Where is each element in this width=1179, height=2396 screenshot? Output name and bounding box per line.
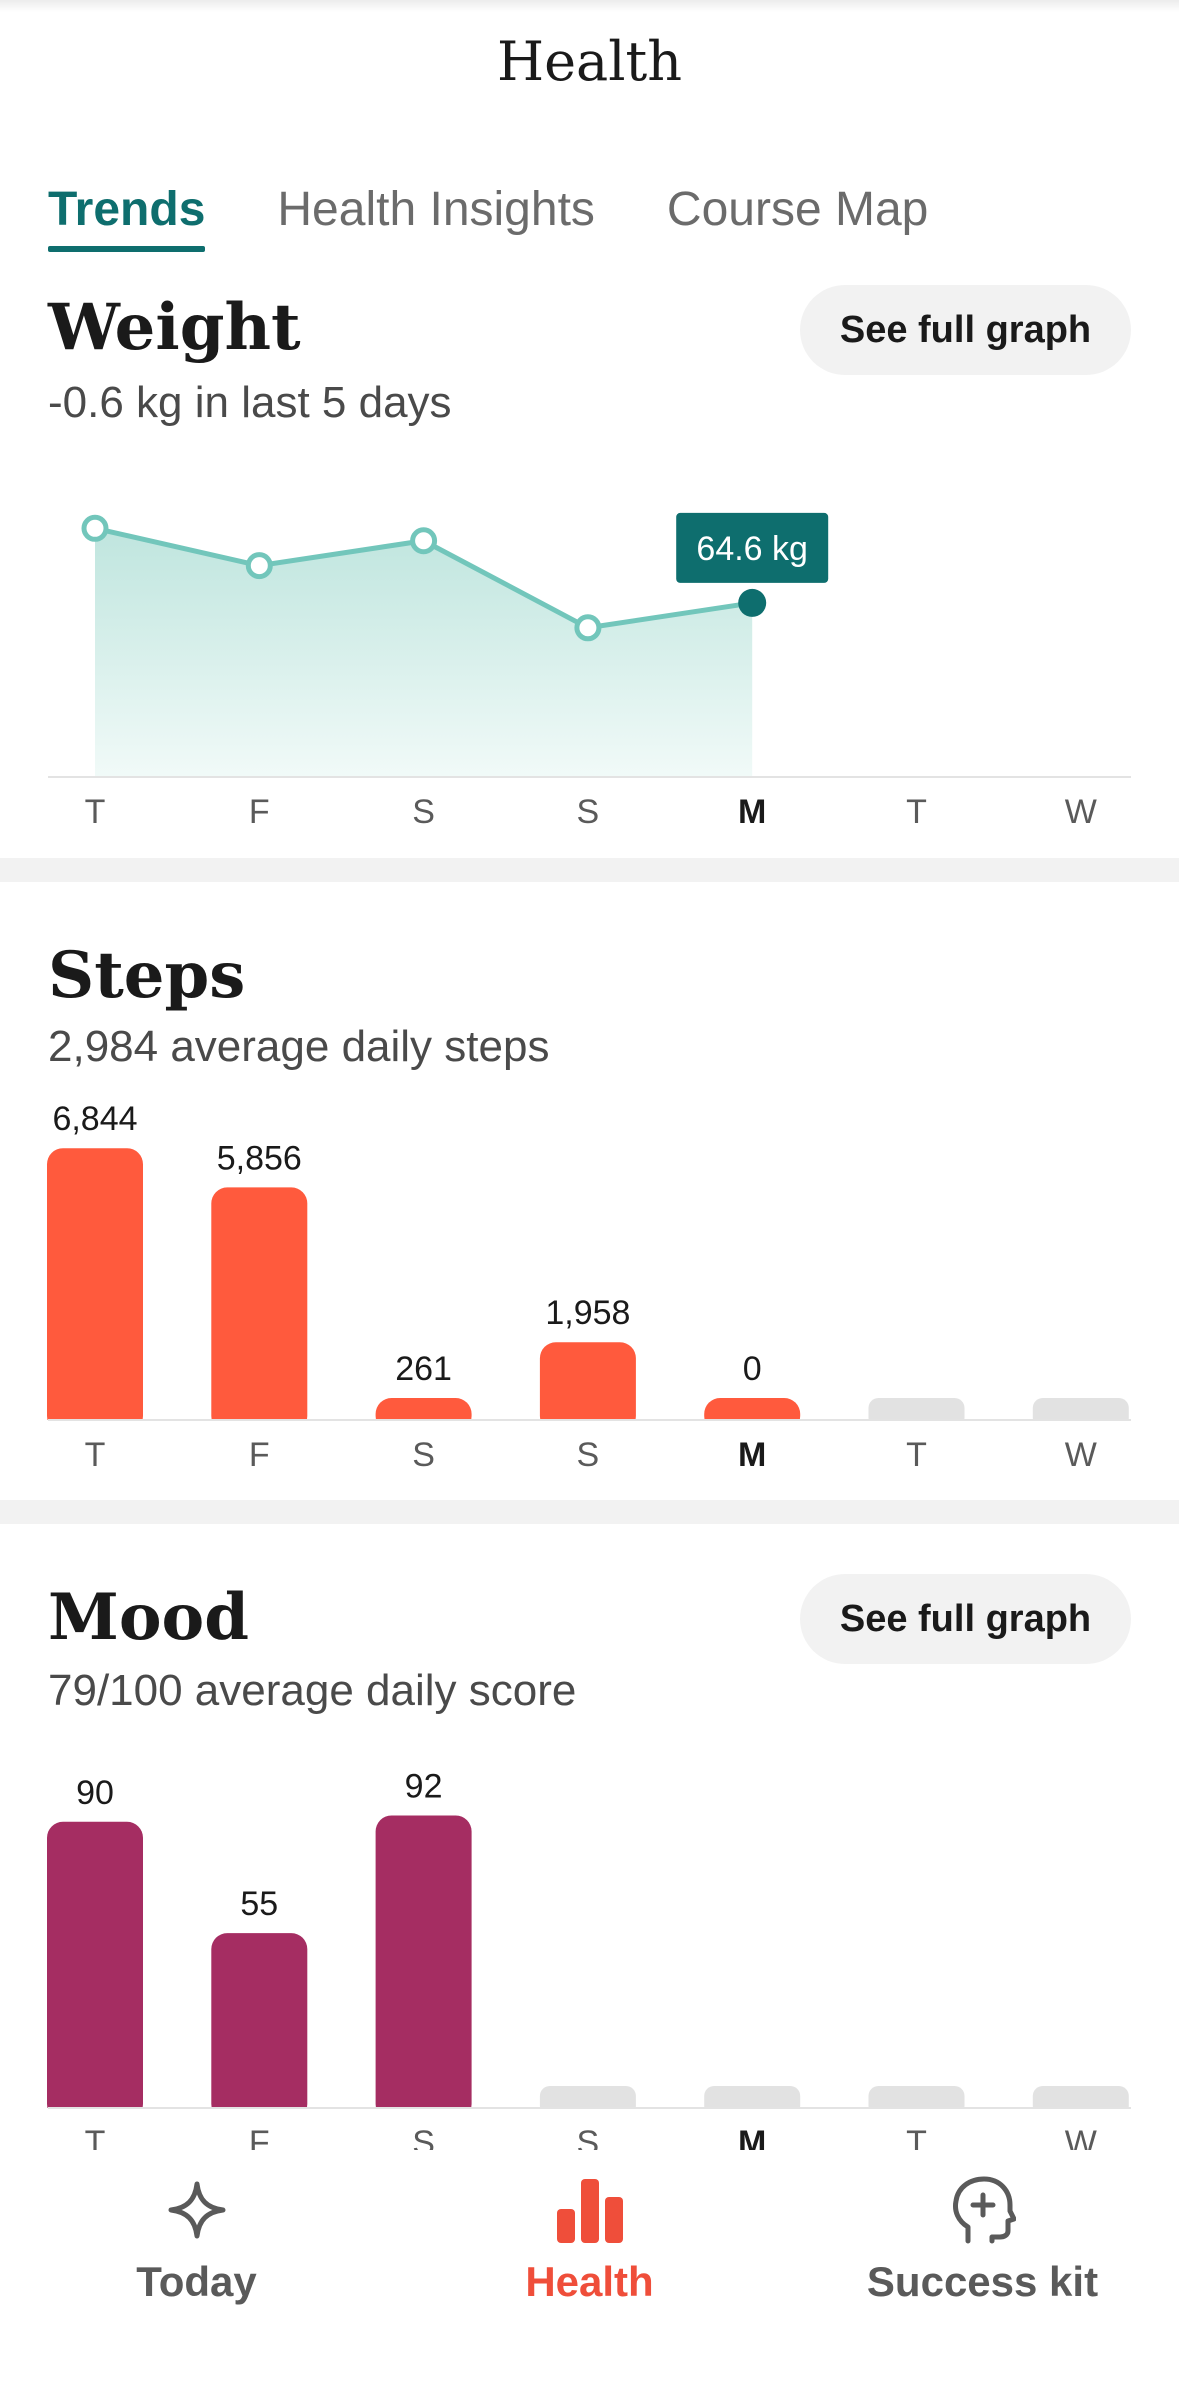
steps-x-tick-label: S — [412, 1436, 435, 1474]
nav-success-kit[interactable]: Success kit — [786, 2170, 1179, 2306]
weight-point[interactable] — [81, 514, 109, 542]
mood-bar — [47, 1821, 143, 2120]
steps-x-tick-label: W — [1065, 1436, 1097, 1474]
steps-data-label: 0 — [743, 1350, 762, 1388]
steps-x-tick-label: S — [577, 1436, 600, 1474]
weight-x-tick-label: T — [85, 793, 106, 831]
tab-health-insights[interactable]: Health Insights — [277, 182, 595, 252]
mood-bar — [375, 1815, 472, 2120]
steps-chart: 6,844 5,856 261 1,958 0 T F S S M T W — [0, 1102, 1179, 1474]
mood-section: Mood 79/100 average daily score See full… — [0, 1524, 1179, 2162]
tab-bar: Trends Health Insights Course Map — [48, 182, 928, 252]
status-bar — [0, 0, 1179, 12]
weight-tooltip-label: 64.6 kg — [696, 530, 808, 568]
mood-data-label: 55 — [240, 1885, 278, 1923]
steps-title: Steps — [48, 938, 246, 1013]
steps-bar — [47, 1148, 143, 1432]
steps-data-label: 1,958 — [545, 1294, 630, 1332]
nav-today-label: Today — [136, 2258, 257, 2305]
steps-x-tick-label: T — [85, 1436, 106, 1474]
steps-x-tick-label: F — [249, 1436, 270, 1474]
steps-subtitle: 2,984 average daily steps — [48, 1022, 550, 1071]
head-plus-icon — [786, 2170, 1179, 2250]
steps-data-label: 6,844 — [52, 1102, 137, 1138]
mood-title: Mood — [48, 1580, 249, 1655]
weight-chart: 64.6 kg T F S S M T W — [48, 512, 1131, 831]
weight-see-full-graph-button[interactable]: See full graph — [800, 285, 1131, 375]
mood-data-label: 90 — [76, 1774, 114, 1812]
nav-health-label: Health — [525, 2258, 654, 2305]
steps-baseline-mask — [0, 1420, 1179, 1432]
section-divider — [0, 1500, 1179, 1524]
page-title: Health — [497, 30, 682, 93]
weight-point[interactable] — [574, 614, 602, 642]
steps-bar — [211, 1187, 308, 1432]
bar-chart-icon — [393, 2170, 786, 2250]
weight-section: Weight -0.6 kg in last 5 days See full g… — [0, 260, 1179, 860]
mood-subtitle: 79/100 average daily score — [48, 1666, 577, 1715]
weight-x-tick-label: M — [738, 793, 766, 831]
mood-bar — [211, 1933, 308, 2120]
mood-baseline-mask — [0, 2108, 1179, 2120]
sparkle-icon — [0, 2170, 393, 2250]
nav-health[interactable]: Health — [393, 2170, 786, 2306]
steps-data-label: 5,856 — [217, 1139, 302, 1177]
steps-bar — [539, 1342, 636, 1432]
nav-success-kit-label: Success kit — [866, 2258, 1099, 2305]
weight-point[interactable] — [410, 527, 438, 555]
mood-chart: 905592T F S S M T W — [0, 1767, 1179, 2162]
weight-point[interactable] — [245, 552, 273, 580]
tab-trends[interactable]: Trends — [48, 182, 206, 252]
steps-section: Steps 2,984 average daily steps 6,844 5,8… — [0, 882, 1179, 1502]
bottom-nav: Today Health Success kit — [0, 2150, 1179, 2396]
weight-subtitle: -0.6 kg in last 5 days — [48, 378, 452, 427]
weight-x-tick-label: S — [577, 793, 600, 831]
weight-point-selected[interactable] — [738, 588, 767, 617]
tab-course-map[interactable]: Course Map — [667, 182, 928, 252]
weight-x-tick-label: S — [412, 793, 435, 831]
mood-see-full-graph-button[interactable]: See full graph — [800, 1574, 1131, 1664]
steps-x-tick-label: M — [738, 1436, 766, 1474]
mood-data-label: 92 — [405, 1767, 443, 1805]
weight-area — [95, 528, 753, 777]
steps-x-tick-label: T — [906, 1436, 927, 1474]
weight-x-tick-label: F — [249, 793, 270, 831]
weight-x-tick-label: W — [1065, 793, 1097, 831]
weight-title: Weight — [48, 290, 301, 365]
weight-x-tick-label: T — [906, 793, 927, 831]
steps-data-label: 261 — [395, 1350, 452, 1388]
nav-today[interactable]: Today — [0, 2170, 393, 2306]
section-divider — [0, 858, 1179, 882]
